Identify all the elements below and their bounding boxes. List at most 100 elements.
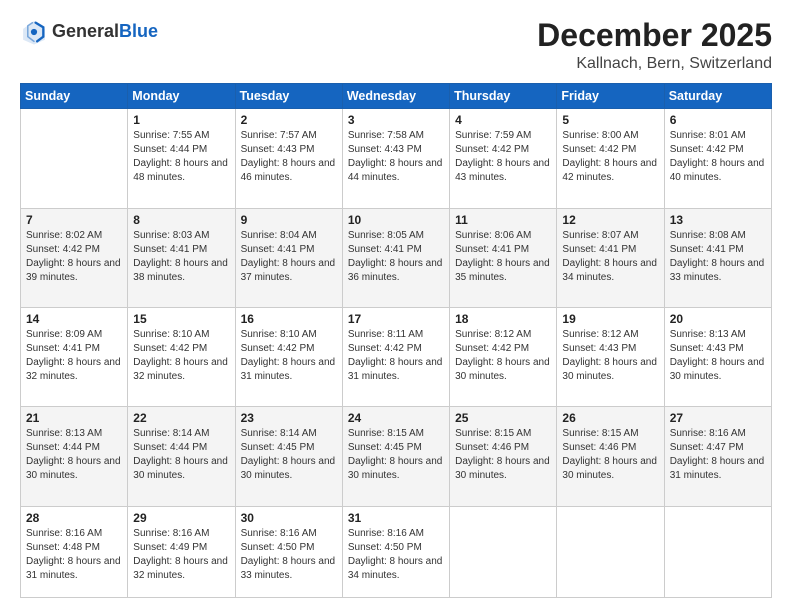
day-number: 31 <box>348 511 444 525</box>
calendar-table: SundayMondayTuesdayWednesdayThursdayFrid… <box>20 83 772 598</box>
day-number: 19 <box>562 312 658 326</box>
cell-info: Sunrise: 8:12 AMSunset: 4:42 PMDaylight:… <box>455 328 551 384</box>
cell-info: Sunrise: 8:16 AMSunset: 4:48 PMDaylight:… <box>26 527 122 583</box>
page: General Blue December 2025 Kallnach, Ber… <box>0 0 792 612</box>
cell-info: Sunrise: 8:15 AMSunset: 4:46 PMDaylight:… <box>455 427 551 483</box>
header: General Blue December 2025 Kallnach, Ber… <box>20 18 772 73</box>
day-number: 7 <box>26 213 122 227</box>
calendar-cell: 12Sunrise: 8:07 AMSunset: 4:41 PMDayligh… <box>557 208 664 307</box>
day-number: 29 <box>133 511 229 525</box>
cell-info: Sunrise: 8:09 AMSunset: 4:41 PMDaylight:… <box>26 328 122 384</box>
day-number: 28 <box>26 511 122 525</box>
calendar-cell: 18 Sunrise: 8:12 AMSunset: 4:42 PMDayligh… <box>450 307 557 406</box>
calendar-cell: 10Sunrise: 8:05 AMSunset: 4:41 PMDayligh… <box>342 208 449 307</box>
calendar-cell: 2 Sunrise: 7:57 AMSunset: 4:43 PMDaylight… <box>235 109 342 208</box>
calendar-cell: 29Sunrise: 8:16 AMSunset: 4:49 PMDayligh… <box>128 506 235 598</box>
day-number: 9 <box>241 213 337 227</box>
calendar-row-4: 21 Sunrise: 8:13 AMSunset: 4:44 PMDayligh… <box>21 407 772 506</box>
calendar-cell: 22 Sunrise: 8:14 AMSunset: 4:44 PMDayligh… <box>128 407 235 506</box>
calendar-cell: 1 Sunrise: 7:55 AMSunset: 4:44 PMDaylight… <box>128 109 235 208</box>
cell-info: Sunrise: 7:59 AMSunset: 4:42 PMDaylight:… <box>455 129 551 185</box>
calendar-cell <box>450 506 557 598</box>
calendar-cell: 6 Sunrise: 8:01 AMSunset: 4:42 PMDaylight… <box>664 109 771 208</box>
calendar-cell: 16Sunrise: 8:10 AMSunset: 4:42 PMDayligh… <box>235 307 342 406</box>
cell-info: Sunrise: 8:10 AMSunset: 4:42 PMDaylight:… <box>241 328 337 384</box>
calendar-cell: 26 Sunrise: 8:15 AMSunset: 4:46 PMDayligh… <box>557 407 664 506</box>
day-number: 20 <box>670 312 766 326</box>
calendar-cell: 13Sunrise: 8:08 AMSunset: 4:41 PMDayligh… <box>664 208 771 307</box>
cell-info: Sunrise: 8:12 AMSunset: 4:43 PMDaylight:… <box>562 328 658 384</box>
day-number: 2 <box>241 113 337 127</box>
cell-info: Sunrise: 7:57 AMSunset: 4:43 PMDaylight:… <box>241 129 337 185</box>
logo-blue: Blue <box>119 22 158 42</box>
cell-info: Sunrise: 8:02 AMSunset: 4:42 PMDaylight:… <box>26 229 122 285</box>
calendar-header-monday: Monday <box>128 84 235 109</box>
cell-info: Sunrise: 8:04 AMSunset: 4:41 PMDaylight:… <box>241 229 337 285</box>
day-number: 18 <box>455 312 551 326</box>
calendar-row-5: 28 Sunrise: 8:16 AMSunset: 4:48 PMDayligh… <box>21 506 772 598</box>
calendar-header-saturday: Saturday <box>664 84 771 109</box>
logo-general: General <box>52 22 119 42</box>
cell-info: Sunrise: 8:15 AMSunset: 4:46 PMDaylight:… <box>562 427 658 483</box>
calendar-cell: 9 Sunrise: 8:04 AMSunset: 4:41 PMDaylight… <box>235 208 342 307</box>
calendar-cell: 24Sunrise: 8:15 AMSunset: 4:45 PMDayligh… <box>342 407 449 506</box>
calendar-cell: 11 Sunrise: 8:06 AMSunset: 4:41 PMDayligh… <box>450 208 557 307</box>
cell-info: Sunrise: 8:13 AMSunset: 4:44 PMDaylight:… <box>26 427 122 483</box>
calendar-cell: 14 Sunrise: 8:09 AMSunset: 4:41 PMDayligh… <box>21 307 128 406</box>
calendar-cell: 3 Sunrise: 7:58 AMSunset: 4:43 PMDaylight… <box>342 109 449 208</box>
cell-info: Sunrise: 8:11 AMSunset: 4:42 PMDaylight:… <box>348 328 444 384</box>
day-number: 22 <box>133 411 229 425</box>
calendar-cell: 4 Sunrise: 7:59 AMSunset: 4:42 PMDaylight… <box>450 109 557 208</box>
cell-info: Sunrise: 8:05 AMSunset: 4:41 PMDaylight:… <box>348 229 444 285</box>
calendar-cell: 8Sunrise: 8:03 AMSunset: 4:41 PMDaylight… <box>128 208 235 307</box>
calendar-header-friday: Friday <box>557 84 664 109</box>
cell-info: Sunrise: 8:16 AMSunset: 4:50 PMDaylight:… <box>241 527 337 583</box>
calendar-cell: 17 Sunrise: 8:11 AMSunset: 4:42 PMDayligh… <box>342 307 449 406</box>
day-number: 17 <box>348 312 444 326</box>
calendar-cell <box>21 109 128 208</box>
day-number: 21 <box>26 411 122 425</box>
calendar-row-2: 7 Sunrise: 8:02 AMSunset: 4:42 PMDaylight… <box>21 208 772 307</box>
calendar-cell <box>664 506 771 598</box>
cell-info: Sunrise: 8:03 AMSunset: 4:41 PMDaylight:… <box>133 229 229 285</box>
day-number: 23 <box>241 411 337 425</box>
day-number: 1 <box>133 113 229 127</box>
day-number: 5 <box>562 113 658 127</box>
logo-text: General Blue <box>52 22 158 42</box>
day-number: 11 <box>455 213 551 227</box>
calendar-row-3: 14 Sunrise: 8:09 AMSunset: 4:41 PMDayligh… <box>21 307 772 406</box>
cell-info: Sunrise: 8:16 AMSunset: 4:50 PMDaylight:… <box>348 527 444 583</box>
calendar-cell: 5 Sunrise: 8:00 AMSunset: 4:42 PMDaylight… <box>557 109 664 208</box>
cell-info: Sunrise: 7:55 AMSunset: 4:44 PMDaylight:… <box>133 129 229 185</box>
day-number: 6 <box>670 113 766 127</box>
calendar-cell: 15Sunrise: 8:10 AMSunset: 4:42 PMDayligh… <box>128 307 235 406</box>
cell-info: Sunrise: 8:13 AMSunset: 4:43 PMDaylight:… <box>670 328 766 384</box>
cell-info: Sunrise: 8:01 AMSunset: 4:42 PMDaylight:… <box>670 129 766 185</box>
day-number: 25 <box>455 411 551 425</box>
cell-info: Sunrise: 8:15 AMSunset: 4:45 PMDaylight:… <box>348 427 444 483</box>
cell-info: Sunrise: 8:16 AMSunset: 4:47 PMDaylight:… <box>670 427 766 483</box>
location: Kallnach, Bern, Switzerland <box>537 55 772 73</box>
cell-info: Sunrise: 8:00 AMSunset: 4:42 PMDaylight:… <box>562 129 658 185</box>
calendar-cell: 28 Sunrise: 8:16 AMSunset: 4:48 PMDayligh… <box>21 506 128 598</box>
cell-info: Sunrise: 8:06 AMSunset: 4:41 PMDaylight:… <box>455 229 551 285</box>
day-number: 15 <box>133 312 229 326</box>
calendar-cell: 7 Sunrise: 8:02 AMSunset: 4:42 PMDaylight… <box>21 208 128 307</box>
cell-info: Sunrise: 8:08 AMSunset: 4:41 PMDaylight:… <box>670 229 766 285</box>
logo: General Blue <box>20 18 158 46</box>
day-number: 26 <box>562 411 658 425</box>
calendar-cell: 21 Sunrise: 8:13 AMSunset: 4:44 PMDayligh… <box>21 407 128 506</box>
calendar-header-wednesday: Wednesday <box>342 84 449 109</box>
calendar-cell: 30Sunrise: 8:16 AMSunset: 4:50 PMDayligh… <box>235 506 342 598</box>
cell-info: Sunrise: 7:58 AMSunset: 4:43 PMDaylight:… <box>348 129 444 185</box>
calendar-header-thursday: Thursday <box>450 84 557 109</box>
calendar-cell: 25 Sunrise: 8:15 AMSunset: 4:46 PMDayligh… <box>450 407 557 506</box>
day-number: 3 <box>348 113 444 127</box>
day-number: 14 <box>26 312 122 326</box>
calendar-cell: 19 Sunrise: 8:12 AMSunset: 4:43 PMDayligh… <box>557 307 664 406</box>
cell-info: Sunrise: 8:14 AMSunset: 4:45 PMDaylight:… <box>241 427 337 483</box>
calendar-cell: 23 Sunrise: 8:14 AMSunset: 4:45 PMDayligh… <box>235 407 342 506</box>
day-number: 4 <box>455 113 551 127</box>
cell-info: Sunrise: 8:14 AMSunset: 4:44 PMDaylight:… <box>133 427 229 483</box>
day-number: 12 <box>562 213 658 227</box>
